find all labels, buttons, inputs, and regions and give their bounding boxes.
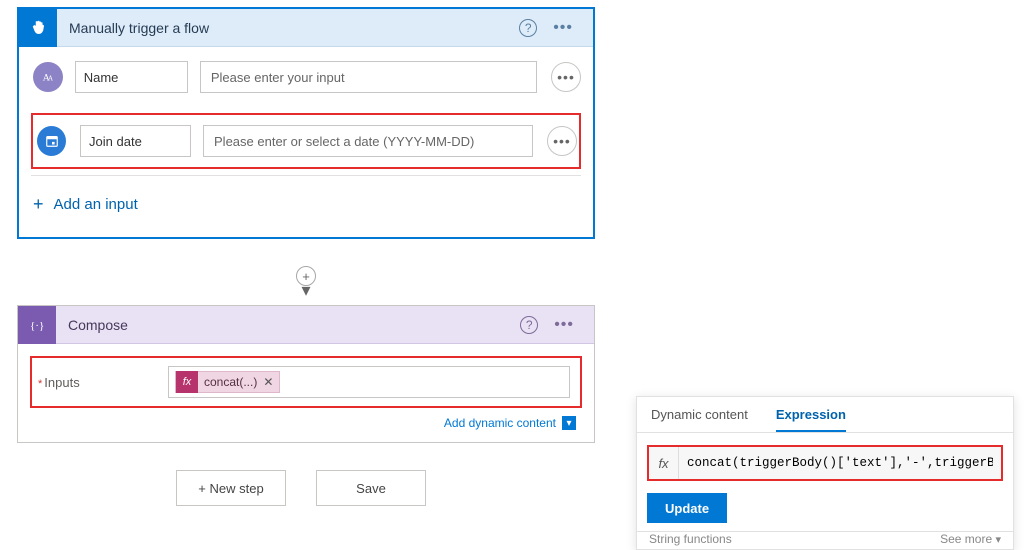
new-step-button[interactable]: + New step <box>176 470 286 506</box>
text-input-icon: AA <box>33 62 63 92</box>
param-row-joindate-highlight: Join date ••• <box>31 113 581 169</box>
see-more-link[interactable]: See more ▾ <box>940 532 1001 546</box>
param-name-input[interactable] <box>200 61 537 93</box>
string-functions-section[interactable]: String functions See more ▾ <box>637 531 1013 549</box>
tab-expression[interactable]: Expression <box>776 407 846 432</box>
add-dynamic-content-link[interactable]: Add dynamic content <box>444 416 556 430</box>
date-input-icon <box>37 126 66 156</box>
add-input-button[interactable]: + Add an input <box>19 176 152 237</box>
param-joindate-input[interactable] <box>203 125 533 157</box>
expression-token[interactable]: fx concat(...) ✕ <box>175 371 280 393</box>
param-row-menu-button[interactable]: ••• <box>551 62 581 92</box>
help-icon[interactable]: ? <box>519 19 537 37</box>
plus-icon: + <box>33 194 44 215</box>
connector: + ▾ <box>296 266 316 304</box>
param-joindate-label[interactable]: Join date <box>80 125 191 157</box>
compose-card: {·} Compose ? ••• Inputs fx concat(...) … <box>17 305 595 443</box>
compose-header: {·} Compose ? ••• <box>18 306 594 344</box>
trigger-menu-button[interactable]: ••• <box>547 18 579 38</box>
inputs-label: Inputs <box>38 375 168 390</box>
expression-input[interactable] <box>679 456 1001 470</box>
tab-dynamic-content[interactable]: Dynamic content <box>651 407 748 432</box>
svg-text:A: A <box>48 75 53 83</box>
remove-token-icon[interactable]: ✕ <box>263 375 273 389</box>
add-dynamic-content-row: Add dynamic content ▾ <box>18 412 594 442</box>
expression-panel: Dynamic content Expression fx Update Str… <box>636 396 1014 550</box>
param-row-name: AA Name ••• <box>19 47 593 107</box>
update-button[interactable]: Update <box>647 493 727 523</box>
inputs-section-highlight: Inputs fx concat(...) ✕ <box>30 356 582 408</box>
arrow-down-icon: ▾ <box>301 285 310 295</box>
compose-menu-button[interactable]: ••• <box>548 315 580 335</box>
token-text: concat(...) <box>204 375 257 389</box>
save-button[interactable]: Save <box>316 470 426 506</box>
step-buttons: + New step Save <box>176 470 426 506</box>
svg-text:{·}: {·} <box>30 320 44 332</box>
expression-input-highlight: fx <box>647 445 1003 481</box>
string-functions-title: String functions <box>649 532 732 546</box>
param-name-label[interactable]: Name <box>75 61 188 93</box>
fx-label-icon: fx <box>649 447 679 479</box>
help-icon[interactable]: ? <box>520 316 538 334</box>
compose-title: Compose <box>56 317 520 333</box>
trigger-card: Manually trigger a flow ? ••• AA Name ••… <box>17 7 595 239</box>
trigger-title: Manually trigger a flow <box>57 20 519 36</box>
param-row-menu-button[interactable]: ••• <box>547 126 577 156</box>
chevron-down-icon: ▾ <box>995 534 1001 546</box>
update-row: Update <box>637 489 1013 531</box>
inputs-field[interactable]: fx concat(...) ✕ <box>168 366 570 398</box>
trigger-header: Manually trigger a flow ? ••• <box>19 9 593 47</box>
manual-trigger-icon <box>19 9 57 47</box>
compose-icon: {·} <box>18 306 56 344</box>
expand-toggle-icon[interactable]: ▾ <box>562 416 576 430</box>
add-input-label: Add an input <box>54 196 138 213</box>
fx-badge-icon: fx <box>176 371 198 393</box>
expression-tabs: Dynamic content Expression <box>637 397 1013 433</box>
